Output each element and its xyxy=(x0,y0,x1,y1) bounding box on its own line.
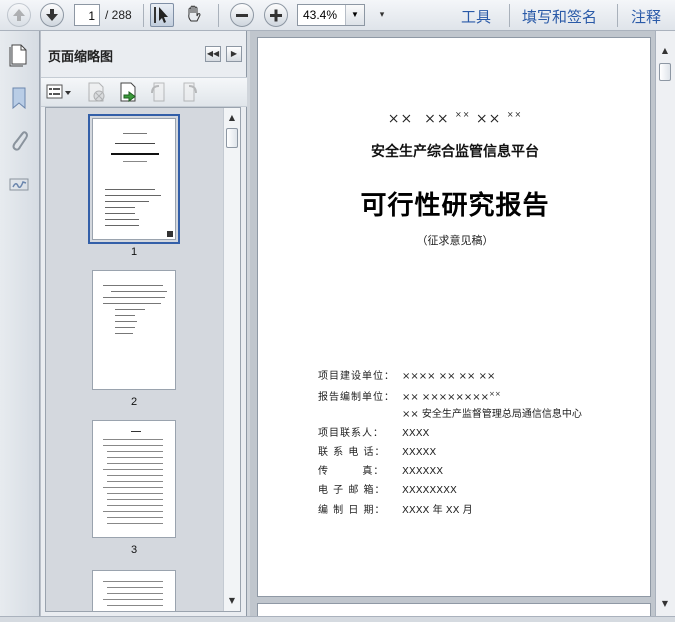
scroll-thumb[interactable] xyxy=(659,63,671,81)
toolbar-divider xyxy=(509,4,510,27)
extract-page-icon xyxy=(120,82,136,102)
document-page-1: ×× ×× ×× ×× ×× 安全生产综合监管信息平台 可行性研究报告 （征求意… xyxy=(257,37,651,597)
panel-header: 页面缩略图 ◀◀ ▶ xyxy=(41,39,247,73)
fill-sign-button[interactable]: 填写和签名 xyxy=(522,6,597,27)
scroll-up-arrow[interactable]: ▲ xyxy=(657,43,673,59)
document-page-2 xyxy=(257,603,651,616)
pages-icon xyxy=(9,44,27,67)
signatures-button[interactable] xyxy=(7,171,31,197)
tools-button[interactable]: 工具 xyxy=(461,6,491,27)
rotate-ccw-icon xyxy=(151,82,165,102)
status-bar xyxy=(0,616,675,622)
hand-tool-button[interactable] xyxy=(183,3,207,27)
pages-panel-button[interactable] xyxy=(7,41,31,67)
document-view[interactable]: ×× ×× ×× ×× ×× 安全生产综合监管信息平台 可行性研究报告 （征求意… xyxy=(250,31,655,616)
collapse-panel-button[interactable]: ◀◀ xyxy=(205,46,221,62)
thumbnail-options-button[interactable] xyxy=(46,82,72,102)
rotate-cw-icon xyxy=(183,82,197,102)
thumbnail-panel: 页面缩略图 ◀◀ ▶ 1 2 3 ▲ ▼ xyxy=(41,31,247,616)
info-row: 编 制 日 期： XXXX 年 XX 月 xyxy=(318,505,473,516)
prev-page-icon xyxy=(13,9,25,21)
bookmark-icon xyxy=(12,87,26,110)
info-row: 项目建设单位： ×××× ×× ×× ×× xyxy=(318,371,496,382)
info-row: 项目联系人： XXXX xyxy=(318,428,430,439)
hand-tool-icon xyxy=(188,5,201,22)
draft-note: （征求意见稿） xyxy=(416,234,494,247)
page-count: / 288 xyxy=(105,8,132,22)
zoom-in-icon xyxy=(270,9,282,22)
info-row: 电 子 邮 箱： XXXXXXXX xyxy=(318,485,457,496)
extract-page-button[interactable] xyxy=(117,81,139,103)
info-row: 传 真： XXXXXX xyxy=(318,466,444,477)
attachments-button[interactable] xyxy=(7,127,31,155)
thumbnail-options-icon xyxy=(46,84,71,99)
delete-page-button[interactable] xyxy=(85,81,107,103)
scroll-down-arrow[interactable]: ▼ xyxy=(224,593,240,609)
thumbnail-scrollbar[interactable]: ▲ ▼ xyxy=(223,108,240,611)
thumbnail-page-2[interactable] xyxy=(92,270,176,390)
scroll-thumb[interactable] xyxy=(226,128,238,148)
thumbnail-label: 1 xyxy=(130,246,138,258)
platform-title: 安全生产综合监管信息平台 xyxy=(371,144,539,160)
scroll-down-arrow[interactable]: ▼ xyxy=(657,596,673,612)
delete-page-icon xyxy=(88,82,105,102)
toolbar-divider xyxy=(617,4,618,27)
signature-icon xyxy=(9,178,29,191)
thumbnail-toolbar xyxy=(41,77,247,107)
info-row: 联 系 电 话： XXXXX xyxy=(318,447,437,458)
toolbar-overflow-button[interactable]: ▾ xyxy=(374,7,390,23)
navigation-rail xyxy=(0,31,40,616)
zoom-out-icon xyxy=(236,14,248,17)
comment-button[interactable]: 注释 xyxy=(631,6,661,27)
attachment-icon xyxy=(12,131,28,151)
prev-page-button[interactable] xyxy=(7,3,31,27)
next-page-button[interactable] xyxy=(40,3,64,27)
thumbnail-label: 2 xyxy=(130,396,138,408)
thumbnail-page-1[interactable] xyxy=(88,114,180,244)
select-tool-button[interactable] xyxy=(150,3,174,27)
scroll-up-arrow[interactable]: ▲ xyxy=(224,110,240,126)
thumbnail-label: 3 xyxy=(130,544,138,556)
zoom-select[interactable]: 43.4% ▼ xyxy=(297,4,365,26)
bookmarks-button[interactable] xyxy=(7,85,31,111)
panel-title: 页面缩略图 xyxy=(48,50,114,65)
panel-menu-button[interactable]: ▶ xyxy=(226,46,242,62)
report-title: 可行性研究报告 xyxy=(360,191,550,221)
rotate-cw-button[interactable] xyxy=(178,81,200,103)
select-tool-icon xyxy=(154,7,168,23)
thumbnail-page-3[interactable] xyxy=(92,420,176,538)
rotate-ccw-button[interactable] xyxy=(148,81,170,103)
main-toolbar: 1 / 288 43.4% ▼ ▾ 工具 填写和签名 注释 xyxy=(0,0,675,31)
zoom-value: 43.4% xyxy=(303,8,338,22)
thumbnail-list[interactable]: 1 2 3 ▲ ▼ xyxy=(45,107,241,612)
info-row: ×× 安全生产监督管理总局通信信息中心 xyxy=(402,409,582,420)
next-page-icon xyxy=(46,9,58,21)
toolbar-divider xyxy=(143,4,144,27)
toolbar-divider xyxy=(218,4,219,27)
document-scrollbar[interactable]: ▲ ▼ xyxy=(655,31,675,616)
organization-placeholder: ×× ×× ×× ×× ×× xyxy=(387,110,523,127)
info-row: 报告编制单位： ×× ×××××××××× xyxy=(318,390,501,403)
page-number-input[interactable]: 1 xyxy=(74,4,100,26)
zoom-in-button[interactable] xyxy=(264,3,288,27)
zoom-out-button[interactable] xyxy=(230,3,254,27)
thumbnail-resize-handle[interactable] xyxy=(167,231,173,237)
chevron-down-icon[interactable]: ▼ xyxy=(345,5,364,25)
thumbnail-page-4[interactable] xyxy=(92,570,176,611)
